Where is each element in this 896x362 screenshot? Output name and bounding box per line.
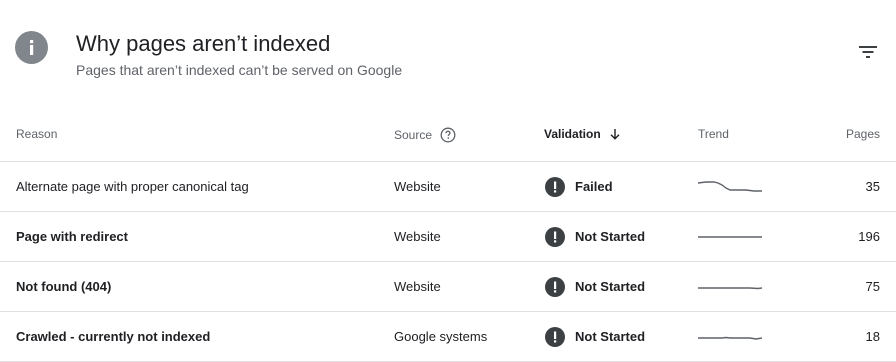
source-cell: Website xyxy=(394,279,441,294)
card-header: Why pages aren’t indexed Pages that aren… xyxy=(0,0,896,108)
reason-cell: Page with redirect xyxy=(16,229,128,244)
pages-cell: 18 xyxy=(865,329,880,344)
column-header-pages[interactable]: Pages xyxy=(846,127,880,141)
source-cell: Website xyxy=(394,179,441,194)
column-header-trend: Trend xyxy=(698,127,729,141)
exclamation-icon xyxy=(545,226,565,247)
validation-cell: Failed xyxy=(545,162,613,211)
reason-cell: Not found (404) xyxy=(16,279,112,294)
card-subtitle: Pages that aren’t indexed can’t be serve… xyxy=(76,62,403,78)
validation-status: Not Started xyxy=(575,229,646,244)
table-row[interactable]: Alternate page with proper canonical tag… xyxy=(0,162,896,212)
column-header-source[interactable]: Source xyxy=(394,127,456,143)
validation-cell: Not Started xyxy=(545,212,645,261)
validation-status: Not Started xyxy=(575,279,646,294)
validation-cell: Not Started xyxy=(545,312,645,361)
arrow-down-icon xyxy=(609,128,621,140)
card-title: Why pages aren’t indexed xyxy=(76,31,331,56)
reason-cell: Alternate page with proper canonical tag xyxy=(16,179,249,194)
filter-button[interactable] xyxy=(854,38,882,66)
exclamation-icon xyxy=(545,276,565,297)
column-header-validation[interactable]: Validation xyxy=(544,127,621,141)
table-row[interactable]: Page with redirect Website Not Started 1… xyxy=(0,212,896,262)
validation-cell: Not Started xyxy=(545,262,645,311)
exclamation-icon xyxy=(545,326,565,347)
column-header-reason[interactable]: Reason xyxy=(16,127,57,141)
source-cell: Google systems xyxy=(394,329,488,344)
exclamation-icon xyxy=(545,176,565,197)
info-icon xyxy=(15,31,48,64)
validation-status: Failed xyxy=(575,179,613,194)
filter-icon xyxy=(859,46,877,58)
pages-cell: 75 xyxy=(865,279,880,294)
pages-cell: 196 xyxy=(858,229,880,244)
validation-status: Not Started xyxy=(575,329,646,344)
reasons-table: Reason Source Validation Trend Pages Alt… xyxy=(0,108,896,362)
trend-sparkline xyxy=(698,262,762,311)
reason-cell: Crawled - currently not indexed xyxy=(16,329,211,344)
table-row[interactable]: Not found (404) Website Not Started 75 xyxy=(0,262,896,312)
trend-sparkline xyxy=(698,212,762,261)
table-row[interactable]: Crawled - currently not indexed Google s… xyxy=(0,312,896,362)
source-cell: Website xyxy=(394,229,441,244)
help-icon[interactable] xyxy=(440,127,456,143)
table-header: Reason Source Validation Trend Pages xyxy=(0,108,896,162)
trend-sparkline xyxy=(698,162,762,211)
pages-cell: 35 xyxy=(865,179,880,194)
trend-sparkline xyxy=(698,312,762,361)
